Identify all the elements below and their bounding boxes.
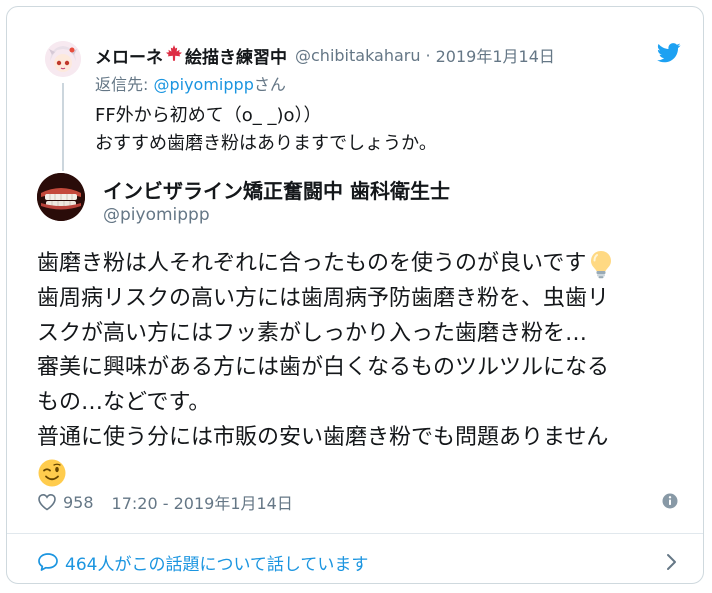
reply-context: 返信先: @piyomipppさん [95,71,286,95]
parent-date-link[interactable]: 2019年1月14日 [436,43,555,67]
main-avatar[interactable] [37,173,85,221]
like-count[interactable]: 958 [63,493,94,512]
tweet-text-line: もの…などです。 [37,390,211,416]
header-separator: · [425,45,431,65]
twitter-bird-icon[interactable] [656,43,681,63]
main-tweet-text: 歯磨き粉は人それぞれに合ったものを使うのが良いです 歯周病リスクの高い方には歯周… [37,247,683,491]
tweet-meta-row: 958 17:20 - 2019年1月14日 [37,491,679,513]
thread-connector-line [62,83,64,171]
maple-leaf-emoji-icon [165,44,183,67]
parent-text-line: FF外から初めて（o_ _)o）） [95,105,322,126]
parent-tweet-text: FF外から初めて（o_ _)o）） おすすめ歯磨き粉はありますでしょうか。 [95,102,437,158]
parent-handle[interactable]: @chibitakaharu [295,46,421,65]
card-divider [7,533,703,534]
reply-mention-link[interactable]: @piyomippp [153,75,253,94]
parent-avatar[interactable] [45,41,81,77]
conversation-label[interactable]: 464人がこの話題について話しています [65,550,368,575]
tweet-text-line: 普通に使う分には市販の安い歯磨き粉でも問題ありません [37,424,609,450]
tweet-text-segment: 歯磨き粉は人それぞれに合ったものを使うのが良いです [37,251,587,276]
heart-icon[interactable] [37,493,57,511]
reply-label: 返信先: [95,75,154,94]
parent-display-name-suffix[interactable]: 絵描き練習中 [185,43,287,68]
parent-display-name[interactable]: メローネ [95,43,163,68]
chevron-right-icon[interactable] [665,552,679,572]
parent-tweet-header: メローネ 絵描き練習中 @chibitakaharu · 2019年1月14日 [95,43,683,68]
reply-suffix: さん [253,75,286,94]
winking-face-emoji-icon [37,458,67,488]
info-icon[interactable] [661,492,679,510]
main-display-name[interactable]: インビザライン矯正奮闘中 歯科衛生士 [103,175,450,204]
tweet-text-line [37,456,683,491]
tweet-text-line: スクが高い方にはフッ素がしっかり入った歯磨き粉を… [37,320,588,346]
tweet-text-line: 審美に興味がある方には歯が白くなるものツルツルになる [37,355,610,381]
embedded-tweet-card: メローネ 絵描き練習中 @chibitakaharu · 2019年1月14日 … [6,6,704,584]
tweet-text-line: 歯磨き粉は人それぞれに合ったものを使うのが良いです [37,247,683,282]
tweet-timestamp-link[interactable]: 17:20 - 2019年1月14日 [112,490,293,514]
conversation-link[interactable]: 464人がこの話題について話しています [37,548,679,576]
main-handle[interactable]: @piyomippp [103,205,210,225]
tweet-text-line: 歯周病リスクの高い方には歯周病予防歯磨き粉を、虫歯リ [37,285,610,311]
speech-bubble-icon [37,552,59,572]
parent-text-line: おすすめ歯磨き粉はありますでしょうか。 [95,133,437,154]
light-bulb-emoji-icon [588,249,614,279]
